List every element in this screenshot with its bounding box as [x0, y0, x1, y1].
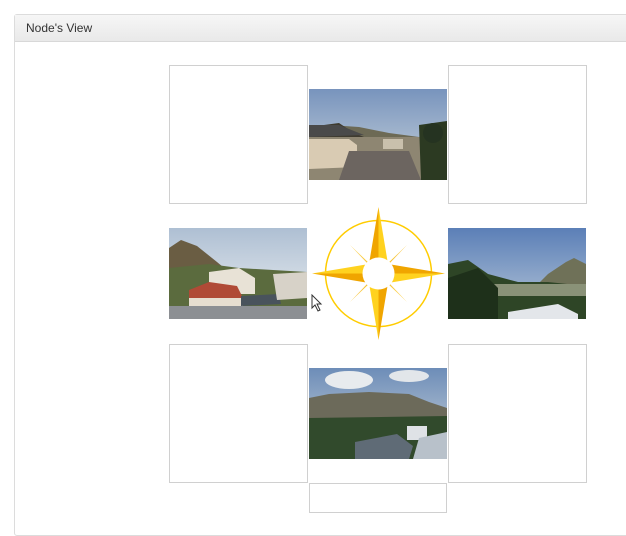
photo-south[interactable]: [309, 368, 447, 459]
panel-title: Node's View: [15, 15, 626, 42]
empty-cell-southwest: [169, 344, 308, 483]
empty-cell-northeast: [448, 65, 587, 204]
photo-east[interactable]: [448, 228, 586, 319]
photo-rooftop-mountain-icon: [309, 89, 447, 180]
empty-cell-northwest: [169, 65, 308, 204]
empty-cell-southeast: [448, 344, 587, 483]
photo-city-bay-hills-icon: [448, 228, 586, 319]
compass-rose-icon: [309, 204, 448, 343]
photo-table-mountain-icon: [309, 368, 447, 459]
photo-north[interactable]: [309, 89, 447, 180]
photo-red-roof-houses-icon: [169, 228, 307, 319]
photo-west[interactable]: [169, 228, 307, 319]
empty-cell-partial: [309, 483, 447, 513]
mouse-cursor-icon: [311, 293, 323, 312]
